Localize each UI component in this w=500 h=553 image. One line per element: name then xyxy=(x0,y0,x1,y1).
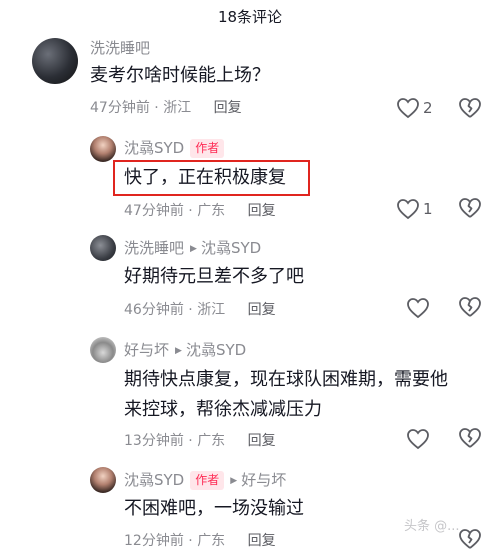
like-button[interactable] xyxy=(406,427,430,451)
reply-button[interactable]: 回复 xyxy=(248,533,276,549)
heart-outline-icon xyxy=(407,429,429,450)
triangle-right-icon: ▶ xyxy=(175,346,182,356)
triangle-right-icon: ▶ xyxy=(190,244,197,254)
comments-header: 18条评论 xyxy=(0,0,500,34)
like-count: 2 xyxy=(423,99,433,117)
comment-text: 期待快点康复，现在球队困难期，需要他 xyxy=(124,369,448,390)
heart-outline-icon xyxy=(397,199,419,220)
comment-time: 13分钟前 xyxy=(124,433,184,449)
comment-username[interactable]: 好与坏 ▶ 沈骉SYD xyxy=(124,339,246,360)
triangle-right-icon: ▶ xyxy=(230,476,238,486)
highlight-box xyxy=(113,160,310,196)
comment-meta: 46分钟前 · 浙江 回复 xyxy=(124,302,276,318)
avatar[interactable] xyxy=(90,136,116,162)
broken-heart-icon[interactable] xyxy=(458,197,482,219)
comment-username[interactable]: 洗洗睡吧 xyxy=(90,37,150,58)
comment-time: 47分钟前 xyxy=(90,100,150,116)
avatar[interactable] xyxy=(90,467,116,493)
like-button[interactable]: 1 xyxy=(396,197,433,221)
reply-target[interactable]: 沈骉SYD xyxy=(186,341,246,359)
comment-text: 好期待元旦差不多了吧 xyxy=(124,266,304,287)
comment-location: 浙江 xyxy=(163,100,192,116)
reply-target[interactable]: 沈骉SYD xyxy=(201,239,261,257)
author-badge: 作者 xyxy=(190,471,225,490)
comment-text: 麦考尔啥时候能上场？ xyxy=(90,65,270,86)
comment-time: 47分钟前 xyxy=(124,203,184,219)
reply-button[interactable]: 回复 xyxy=(248,302,276,318)
comment-meta: 47分钟前 · 广东 回复 xyxy=(124,203,276,219)
broken-heart-icon[interactable] xyxy=(458,97,482,119)
reply-button[interactable]: 回复 xyxy=(248,203,276,219)
comment-username[interactable]: 洗洗睡吧 ▶ 沈骉SYD xyxy=(124,237,261,258)
reply-target[interactable]: 好与坏 xyxy=(241,471,286,489)
avatar[interactable] xyxy=(32,38,78,84)
broken-heart-icon[interactable] xyxy=(458,296,482,318)
comment-location: 广东 xyxy=(197,203,226,219)
comment-meta: 12分钟前 · 广东 回复 xyxy=(124,533,276,549)
broken-heart-icon[interactable] xyxy=(458,528,482,550)
like-count: 1 xyxy=(423,200,433,218)
comment-text-continued: 来控球，帮徐杰减减压力 xyxy=(124,399,322,420)
like-button[interactable] xyxy=(406,296,430,320)
reply-button[interactable]: 回复 xyxy=(248,433,276,449)
comment-username[interactable]: 沈骉SYD 作者 xyxy=(124,137,225,158)
comment-meta: 47分钟前 · 浙江 回复 xyxy=(90,100,242,116)
like-button[interactable]: 2 xyxy=(396,96,433,120)
comment-count-title: 18条评论 xyxy=(217,8,283,26)
comment-text: 不困难吧，一场没输过 xyxy=(124,498,304,519)
avatar[interactable] xyxy=(90,337,116,363)
comment-time: 12分钟前 xyxy=(124,533,184,549)
watermark: 头条 @... xyxy=(404,519,460,534)
comment-location: 广东 xyxy=(197,433,226,449)
avatar[interactable] xyxy=(90,235,116,261)
heart-outline-icon xyxy=(397,98,419,119)
heart-outline-icon xyxy=(407,298,429,319)
comment-location: 广东 xyxy=(197,533,226,549)
reply-button[interactable]: 回复 xyxy=(214,100,242,116)
comment-username[interactable]: 沈骉SYD 作者 ▶ 好与坏 xyxy=(124,469,286,490)
comment-meta: 13分钟前 · 广东 回复 xyxy=(124,433,276,449)
comment-location: 浙江 xyxy=(197,302,226,318)
author-badge: 作者 xyxy=(190,139,225,158)
broken-heart-icon[interactable] xyxy=(458,427,482,449)
comment-time: 46分钟前 xyxy=(124,302,184,318)
